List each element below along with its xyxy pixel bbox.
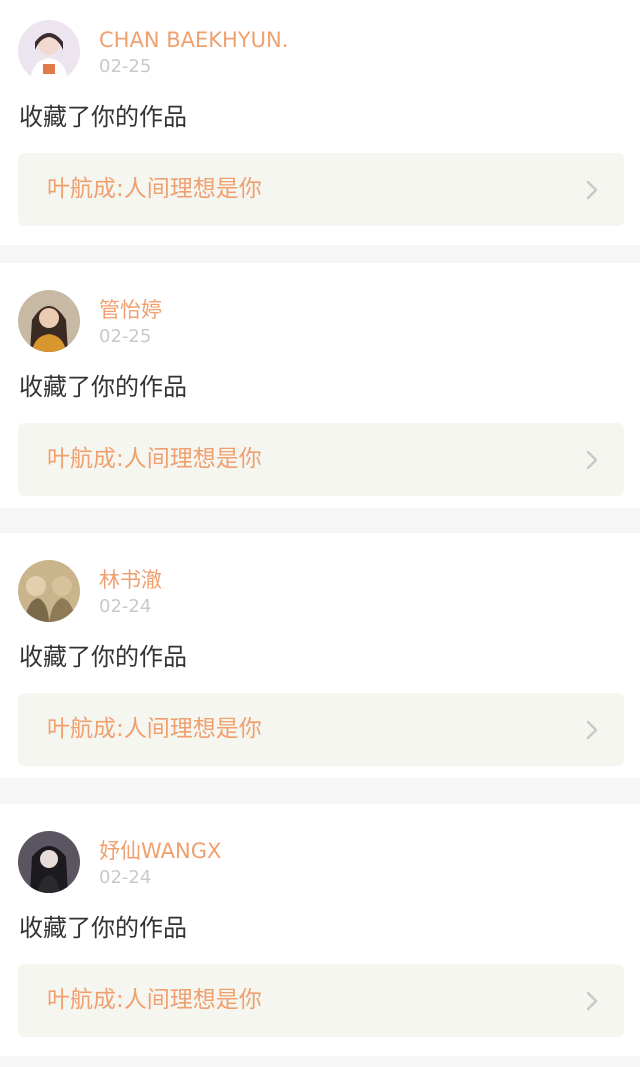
timestamp: 02-24	[99, 867, 152, 888]
user-avatar[interactable]	[18, 831, 80, 893]
chevron-right-icon	[585, 719, 599, 741]
timestamp: 02-24	[99, 596, 152, 617]
timestamp: 02-25	[99, 326, 152, 347]
work-title: 叶航成:人间理想是你	[47, 716, 262, 742]
work-link[interactable]: 叶航成:人间理想是你	[18, 693, 624, 766]
work-link[interactable]: 叶航成:人间理想是你	[18, 153, 624, 226]
username[interactable]: 妤仙WANGX	[99, 838, 221, 864]
username[interactable]: 林书澈	[99, 567, 162, 593]
work-title: 叶航成:人间理想是你	[47, 987, 262, 1013]
user-avatar-icon	[18, 290, 80, 352]
action-text: 收藏了你的作品	[19, 373, 187, 401]
work-title: 叶航成:人间理想是你	[47, 176, 262, 202]
action-text: 收藏了你的作品	[19, 103, 187, 131]
user-avatar-icon	[18, 20, 80, 82]
action-text: 收藏了你的作品	[19, 643, 187, 671]
username[interactable]: CHAN BAEKHYUN.	[99, 27, 288, 53]
user-avatar[interactable]	[18, 560, 80, 622]
user-avatar[interactable]	[18, 290, 80, 352]
chevron-right-icon	[585, 990, 599, 1012]
work-link[interactable]: 叶航成:人间理想是你	[18, 964, 624, 1037]
notification-card: CHAN BAEKHYUN. 02-25 收藏了你的作品 叶航成:人间理想是你	[0, 0, 640, 245]
chevron-right-icon	[585, 179, 599, 201]
chevron-right-icon	[585, 449, 599, 471]
notification-card: 管怡婷 02-25 收藏了你的作品 叶航成:人间理想是你	[0, 263, 640, 508]
notification-card: 林书澈 02-24 收藏了你的作品 叶航成:人间理想是你	[0, 533, 640, 778]
action-text: 收藏了你的作品	[19, 914, 187, 942]
user-avatar-icon	[18, 831, 80, 893]
work-title: 叶航成:人间理想是你	[47, 446, 262, 472]
notification-feed: CHAN BAEKHYUN. 02-25 收藏了你的作品 叶航成:人间理想是你 …	[0, 0, 640, 1067]
work-link[interactable]: 叶航成:人间理想是你	[18, 423, 624, 496]
user-avatar[interactable]	[18, 20, 80, 82]
notification-card: 妤仙WANGX 02-24 收藏了你的作品 叶航成:人间理想是你	[0, 804, 640, 1056]
username[interactable]: 管怡婷	[99, 297, 162, 323]
user-avatar-icon	[18, 560, 80, 622]
timestamp: 02-25	[99, 56, 152, 77]
